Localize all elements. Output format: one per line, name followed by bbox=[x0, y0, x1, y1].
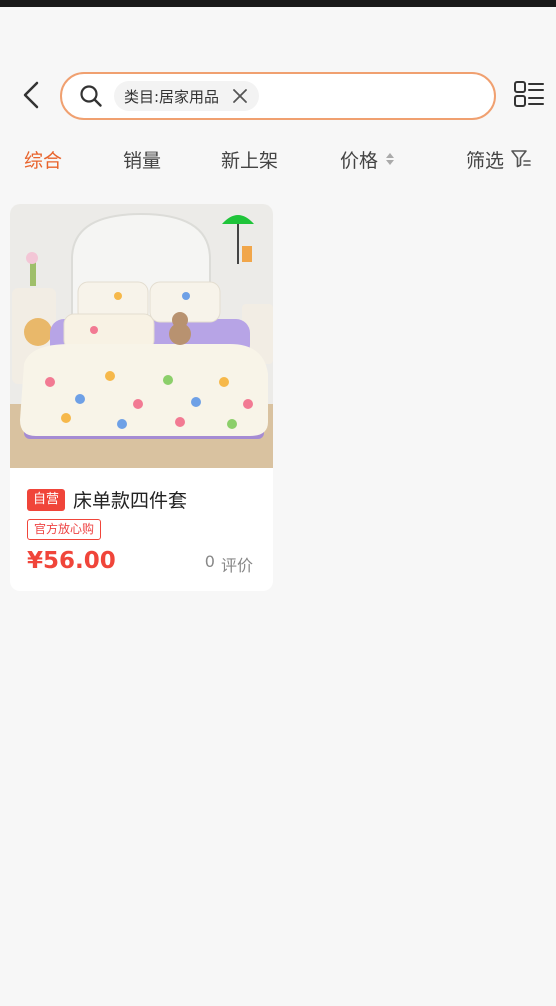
product-price: ¥56.00 bbox=[27, 548, 116, 574]
sort-tab-sales[interactable]: 销量 bbox=[123, 146, 161, 172]
search-filter-chip[interactable]: 类目:居家用品 bbox=[114, 81, 260, 111]
product-title-row: 自营 床单款四件套 bbox=[27, 486, 187, 513]
review-number: 0 bbox=[204, 552, 215, 571]
sort-tab-overall[interactable]: 综合 bbox=[24, 146, 62, 172]
status-bar-strip bbox=[0, 0, 556, 7]
back-button[interactable] bbox=[14, 78, 48, 112]
self-operated-badge: 自营 bbox=[27, 488, 66, 511]
search-chip-label: 类目:居家用品 bbox=[124, 87, 220, 106]
chevron-left-icon bbox=[23, 81, 39, 109]
official-tag: 官方放心购 bbox=[27, 519, 102, 540]
sort-tab-label: 新上架 bbox=[221, 149, 279, 172]
sort-tab-new[interactable]: 新上架 bbox=[221, 146, 278, 172]
sort-tab-label: 销量 bbox=[123, 149, 162, 172]
close-icon[interactable] bbox=[231, 87, 249, 105]
sort-tab-price[interactable]: 价格 bbox=[340, 146, 395, 172]
sort-tab-label: 筛选 bbox=[466, 149, 505, 172]
sort-bar: 综合 销量 新上架 价格 筛选 bbox=[0, 140, 556, 180]
product-info: 自营 床单款四件套 官方放心购 ¥56.00 0 评价 bbox=[10, 468, 273, 591]
sort-tab-label: 价格 bbox=[340, 149, 379, 172]
review-count: 0 评价 bbox=[205, 552, 253, 576]
sort-tab-filter[interactable]: 筛选 bbox=[466, 146, 532, 172]
layout-toggle-button[interactable] bbox=[512, 78, 546, 112]
product-card[interactable]: 自营 床单款四件套 官方放心购 ¥56.00 0 评价 bbox=[10, 204, 273, 591]
sort-tab-label: 综合 bbox=[24, 149, 63, 172]
sort-caret-icon bbox=[386, 153, 395, 165]
product-image bbox=[10, 204, 273, 468]
product-title: 床单款四件套 bbox=[73, 490, 188, 512]
search-input[interactable]: 类目:居家用品 bbox=[60, 72, 496, 120]
search-icon bbox=[78, 83, 104, 109]
review-label: 评价 bbox=[220, 556, 253, 575]
search-header: 类目:居家用品 bbox=[0, 70, 556, 122]
list-layout-icon bbox=[514, 81, 544, 107]
filter-icon bbox=[511, 150, 531, 168]
